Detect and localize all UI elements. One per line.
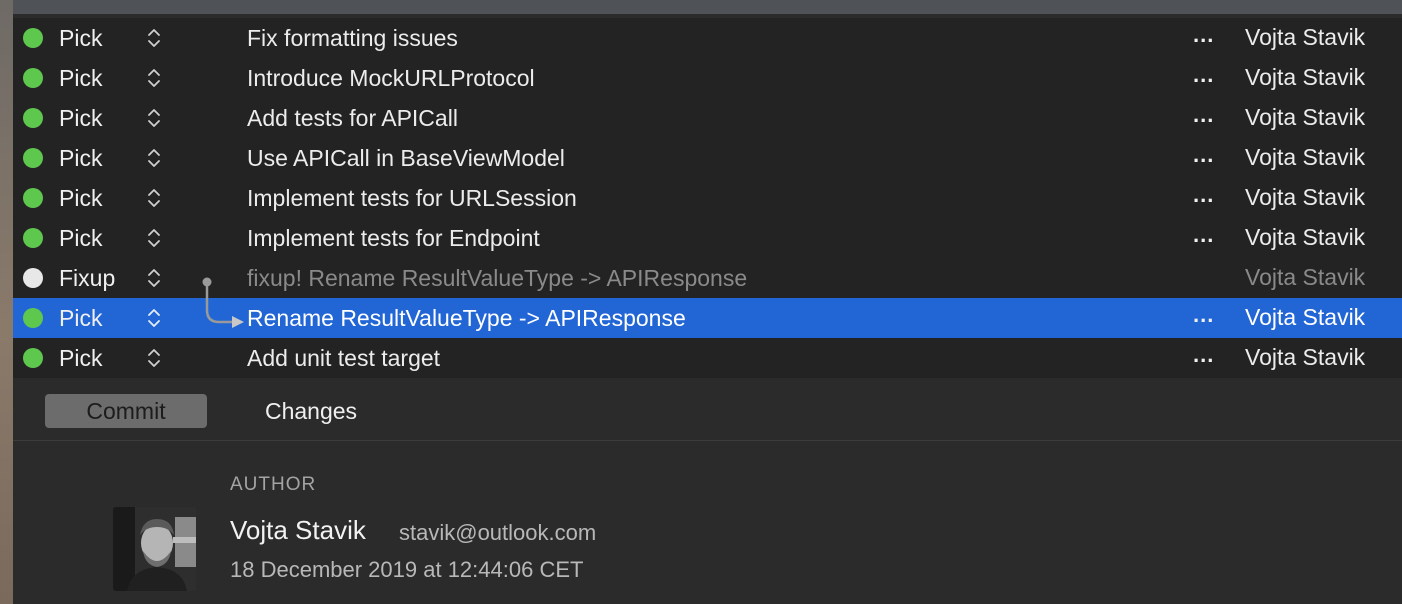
up-down-chevron-icon[interactable] bbox=[146, 186, 162, 210]
commit-row[interactable]: Pick Fix formatting issues ... Vojta Sta… bbox=[13, 18, 1402, 58]
rebase-action-label[interactable]: Pick bbox=[59, 65, 102, 92]
rebase-action-label[interactable]: Pick bbox=[59, 305, 102, 332]
commit-message: fixup! Rename ResultValueType -> APIResp… bbox=[247, 265, 748, 291]
status-dot-icon bbox=[23, 348, 43, 368]
up-down-chevron-icon[interactable] bbox=[146, 306, 162, 330]
commit-message: Add tests for APICall bbox=[247, 105, 458, 131]
avatar bbox=[113, 507, 196, 591]
commit-row[interactable]: Pick Add unit test target ... Vojta Stav… bbox=[13, 338, 1402, 378]
commit-row[interactable]: Pick Introduce MockURLProtocol ... Vojta… bbox=[13, 58, 1402, 98]
commit-detail-panel: AUTHOR Vojta Stavik stavik@outlook.com 1… bbox=[13, 441, 1402, 604]
commit-message: Fix formatting issues bbox=[247, 25, 458, 51]
rebase-action-label[interactable]: Pick bbox=[59, 185, 102, 212]
author-email: stavik@outlook.com bbox=[399, 520, 597, 545]
status-dot-icon bbox=[23, 188, 43, 208]
rebase-action-label[interactable]: Pick bbox=[59, 225, 102, 252]
commit-author: Vojta Stavik bbox=[1245, 304, 1366, 330]
commit-row[interactable]: Pick Use APICall in BaseViewModel ... Vo… bbox=[13, 138, 1402, 178]
up-down-chevron-icon[interactable] bbox=[146, 106, 162, 130]
status-dot-icon bbox=[23, 308, 43, 328]
status-dot-icon bbox=[23, 68, 43, 88]
up-down-chevron-icon[interactable] bbox=[146, 346, 162, 370]
status-dot-icon bbox=[23, 28, 43, 48]
status-dot-icon bbox=[23, 148, 43, 168]
commit-author: Vojta Stavik bbox=[1245, 224, 1366, 250]
commit-author: Vojta Stavik bbox=[1245, 144, 1366, 170]
more-button[interactable]: ... bbox=[1193, 62, 1214, 88]
more-button[interactable]: ... bbox=[1193, 22, 1214, 48]
commit-row[interactable]: Pick Add tests for APICall ... Vojta Sta… bbox=[13, 98, 1402, 138]
commit-author: Vojta Stavik bbox=[1245, 24, 1366, 50]
status-dot-icon bbox=[23, 108, 43, 128]
commit-message: Introduce MockURLProtocol bbox=[247, 65, 535, 91]
rebase-action-label[interactable]: Fixup bbox=[59, 265, 115, 292]
rebase-action-label[interactable]: Pick bbox=[59, 145, 102, 172]
more-button[interactable]: ... bbox=[1193, 342, 1214, 368]
fixup-arrow-icon bbox=[202, 277, 244, 328]
commit-author: Vojta Stavik bbox=[1245, 264, 1366, 290]
up-down-chevron-icon[interactable] bbox=[146, 146, 162, 170]
up-down-chevron-icon[interactable] bbox=[146, 226, 162, 250]
commit-author: Vojta Stavik bbox=[1245, 104, 1366, 130]
more-button[interactable]: ... bbox=[1193, 222, 1214, 248]
commit-row[interactable]: Pick Implement tests for URLSession ... … bbox=[13, 178, 1402, 218]
commit-message: Implement tests for URLSession bbox=[247, 185, 577, 211]
commit-date: 18 December 2019 at 12:44:06 CET bbox=[230, 557, 584, 582]
tab-commit[interactable]: Commit bbox=[45, 394, 207, 428]
up-down-chevron-icon[interactable] bbox=[146, 26, 162, 50]
rebase-action-label[interactable]: Pick bbox=[59, 345, 102, 372]
window-top-edge bbox=[0, 0, 1402, 14]
status-dot-icon bbox=[23, 228, 43, 248]
commit-message: Use APICall in BaseViewModel bbox=[247, 145, 565, 171]
commit-row[interactable]: Pick Implement tests for Endpoint ... Vo… bbox=[13, 218, 1402, 258]
more-button[interactable]: ... bbox=[1193, 182, 1214, 208]
rebase-action-label[interactable]: Pick bbox=[59, 105, 102, 132]
tab-changes[interactable]: Changes bbox=[245, 394, 377, 428]
commit-author: Vojta Stavik bbox=[1245, 64, 1366, 90]
more-button[interactable]: ... bbox=[1193, 302, 1214, 328]
author-name: Vojta Stavik bbox=[230, 515, 366, 545]
rebase-action-label[interactable]: Pick bbox=[59, 25, 102, 52]
desktop-background: Pick Fix formatting issues ... Vojta Sta… bbox=[0, 0, 1402, 604]
up-down-chevron-icon[interactable] bbox=[146, 66, 162, 90]
desktop-wallpaper-edge bbox=[0, 0, 13, 604]
commit-list: Pick Fix formatting issues ... Vojta Sta… bbox=[13, 18, 1402, 378]
commit-message: Add unit test target bbox=[247, 345, 441, 371]
commit-author: Vojta Stavik bbox=[1245, 344, 1366, 370]
more-button[interactable]: ... bbox=[1193, 102, 1214, 128]
more-button[interactable]: ... bbox=[1193, 142, 1214, 168]
detail-tab-bar: Commit Changes bbox=[13, 378, 1402, 441]
status-dot-icon bbox=[23, 268, 43, 288]
commit-message: Implement tests for Endpoint bbox=[247, 225, 540, 251]
up-down-chevron-icon[interactable] bbox=[146, 266, 162, 290]
author-section-label: AUTHOR bbox=[230, 474, 317, 495]
commit-message: Rename ResultValueType -> APIResponse bbox=[247, 305, 686, 331]
commit-author: Vojta Stavik bbox=[1245, 184, 1366, 210]
interactive-rebase-window: Pick Fix formatting issues ... Vojta Sta… bbox=[13, 14, 1402, 604]
